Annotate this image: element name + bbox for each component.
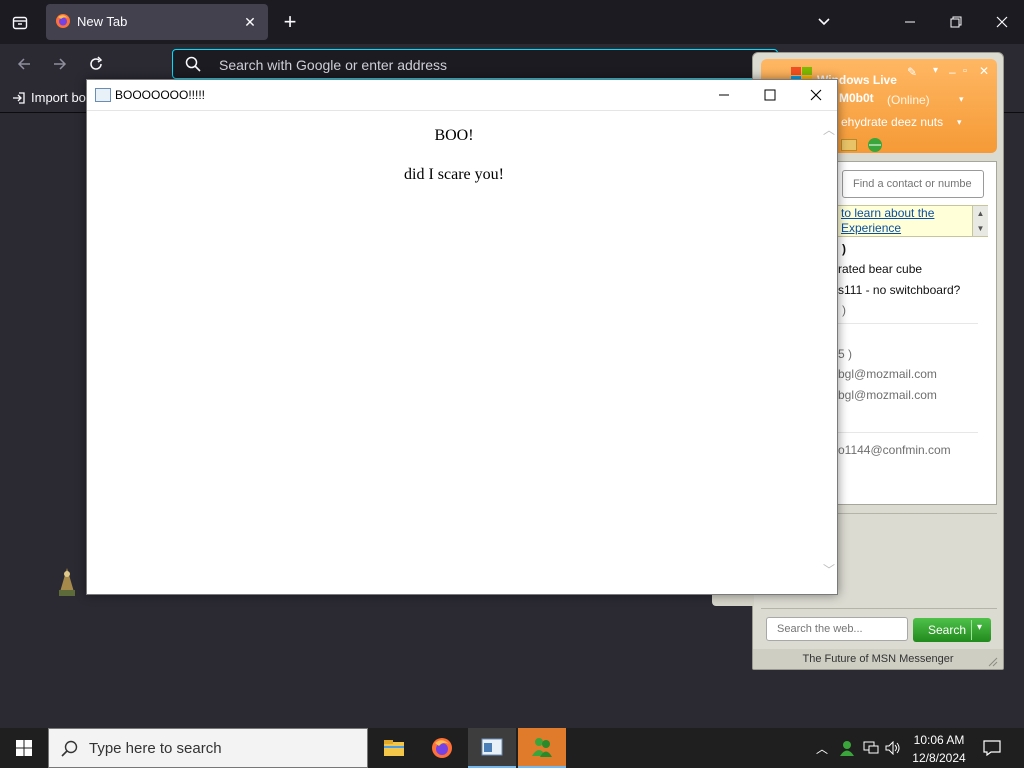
url-bar[interactable] xyxy=(172,49,778,79)
firefox-taskbar-icon[interactable] xyxy=(418,728,466,768)
contact-item[interactable]: bgl@mozmail.com xyxy=(838,367,978,388)
mail-icon[interactable] xyxy=(841,139,857,151)
web-search-input[interactable] xyxy=(766,617,908,641)
web-search-button-label: Search xyxy=(928,623,967,637)
contact-group-header[interactable]: ) xyxy=(838,303,978,323)
contact-item[interactable]: o1144@confmin.com xyxy=(838,443,978,463)
forward-arrow-icon[interactable] xyxy=(48,52,72,76)
taskbar-search-placeholder: Type here to search xyxy=(89,740,222,757)
firefox-icon xyxy=(55,13,71,29)
ad-link-line-2[interactable]: Experience xyxy=(841,221,987,236)
ad-scrollbar[interactable]: ▲ ▼ xyxy=(972,206,988,236)
msn-close-icon[interactable]: ✕ xyxy=(979,64,989,78)
notifications-icon[interactable] xyxy=(982,738,1002,758)
msn-messenger-taskbar-icon[interactable] xyxy=(518,728,566,768)
find-contact-input[interactable] xyxy=(842,170,984,198)
import-bookmarks-label: Import bo xyxy=(31,90,86,105)
restore-icon[interactable] xyxy=(942,8,970,36)
taskbar-search-box[interactable]: Type here to search xyxy=(48,728,368,768)
close-window-icon[interactable] xyxy=(988,8,1016,36)
popup-window: BOOOOOOO!!!!! BOO! did I scare you! ︿ ﹀ xyxy=(86,79,838,595)
personal-message[interactable]: ehydrate deez nuts xyxy=(841,115,943,129)
search-options-arrow-icon[interactable]: ▾ xyxy=(977,622,982,633)
desktop-figure-icon[interactable] xyxy=(56,566,78,598)
msn-ad-banner[interactable]: to learn about the Experience xyxy=(836,205,988,237)
popup-minimize-icon[interactable] xyxy=(701,80,747,110)
divider xyxy=(838,432,978,433)
volume-icon[interactable] xyxy=(884,738,902,758)
msn-footer-text: The Future of MSN Messenger xyxy=(802,653,954,665)
import-bookmarks-button[interactable]: Import bo xyxy=(12,90,86,105)
url-input[interactable] xyxy=(217,54,741,76)
contact-item[interactable]: s111 - no switchboard? xyxy=(838,283,978,303)
paint-icon[interactable]: ✎ xyxy=(907,65,917,79)
import-icon xyxy=(13,91,25,104)
msn-footer: The Future of MSN Messenger xyxy=(753,649,1003,669)
psm-arrow-icon[interactable]: ▾ xyxy=(957,117,962,128)
minimize-icon[interactable] xyxy=(896,8,924,36)
search-icon xyxy=(61,740,79,762)
chevron-down-icon[interactable] xyxy=(812,10,836,34)
file-explorer-icon[interactable] xyxy=(370,728,418,768)
close-tab-icon[interactable]: ✕ xyxy=(240,12,260,32)
popup-scrollbar[interactable]: ︿ ﹀ xyxy=(821,111,837,593)
ad-link-line-1[interactable]: to learn about the xyxy=(841,206,987,221)
scroll-up-icon[interactable]: ︿ xyxy=(823,121,835,138)
msn-tray-icon[interactable] xyxy=(838,738,856,758)
status-arrow-icon[interactable]: ▾ xyxy=(959,94,964,105)
divider xyxy=(761,608,997,609)
tab-list-icon[interactable] xyxy=(8,10,32,34)
divider xyxy=(838,323,978,324)
contact-item[interactable]: rated bear cube xyxy=(838,262,978,283)
clock-time: 10:06 AM xyxy=(913,733,965,747)
msn-maximize-icon[interactable]: ▫ xyxy=(963,65,967,77)
windows-start-icon[interactable] xyxy=(0,728,48,768)
boo-heading: BOO! xyxy=(434,127,474,144)
taskbar-clock[interactable]: 10:06 AM 12/8/2024 xyxy=(902,728,976,768)
contact-group-header[interactable]: ) xyxy=(838,242,978,262)
menu-arrow-icon[interactable]: ▾ xyxy=(933,65,938,76)
divider xyxy=(971,620,972,640)
contact-group-header[interactable]: 5 ) xyxy=(838,347,978,367)
tab-title: New Tab xyxy=(77,14,128,29)
contact-item[interactable]: bgl@mozmail.com xyxy=(838,388,978,408)
resize-grip-icon[interactable] xyxy=(986,654,998,667)
popup-title-bar[interactable]: BOOOOOOO!!!!! xyxy=(87,80,837,111)
scroll-down-icon[interactable]: ﹀ xyxy=(823,561,835,578)
new-tab-button[interactable]: + xyxy=(278,10,302,34)
reload-icon[interactable] xyxy=(84,52,108,76)
display-name[interactable]: M0b0t xyxy=(839,91,874,105)
msn-spaces-icon[interactable] xyxy=(867,137,883,158)
app-window-icon xyxy=(95,88,111,102)
network-icon[interactable] xyxy=(862,738,880,758)
msn-minimize-icon[interactable]: – xyxy=(949,65,956,79)
boo-text: did I scare you! xyxy=(404,166,504,183)
tray-chevron-up-icon[interactable]: ︿ xyxy=(814,738,830,758)
popup-content: BOO! did I scare you! xyxy=(87,111,821,593)
popup-maximize-icon[interactable] xyxy=(747,80,793,110)
popup-title: BOOOOOOO!!!!! xyxy=(115,88,206,102)
search-icon xyxy=(185,56,201,77)
back-arrow-icon[interactable] xyxy=(12,52,36,76)
taskbar: Type here to search ︿ 10:06 AM 12/8/2024 xyxy=(0,728,1024,768)
clock-date: 12/8/2024 xyxy=(912,751,966,765)
popup-close-icon[interactable] xyxy=(793,80,839,110)
app-window-taskbar-icon[interactable] xyxy=(468,728,516,768)
web-search-button[interactable]: Search ▾ xyxy=(913,618,991,642)
contact-list: ) rated bear cube s111 - no switchboard?… xyxy=(838,242,978,463)
web-search-field[interactable] xyxy=(775,622,907,636)
online-status[interactable]: (Online) xyxy=(887,93,930,107)
tab-new-tab[interactable]: New Tab ✕ xyxy=(46,4,268,40)
find-contact-field[interactable] xyxy=(851,177,983,191)
